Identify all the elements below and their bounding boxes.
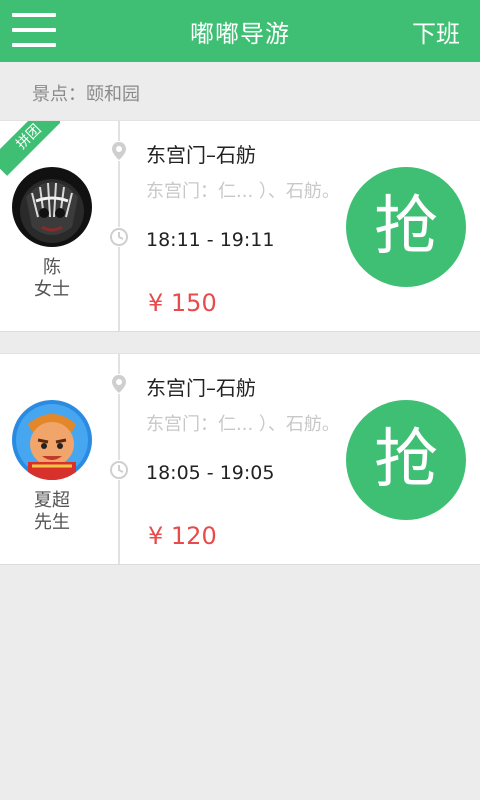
- order-card[interactable]: 拼团 陈 女士 东宫门–石舫 东宫门：仁... ）、石舫。 18:11 - 19…: [0, 120, 480, 332]
- app-title: 嘟嘟导游: [190, 20, 290, 48]
- avatar: [12, 167, 92, 247]
- off-work-button[interactable]: 下班: [412, 14, 460, 49]
- clock-icon: [109, 460, 129, 480]
- avatar: [12, 400, 92, 480]
- route-detail: 东宫门：仁... ）、石舫。: [146, 414, 340, 435]
- customer-name: 陈 女士: [34, 257, 70, 300]
- route-title: 东宫门–石舫: [146, 376, 256, 400]
- customer-name: 夏超 先生: [34, 490, 70, 533]
- clock-icon: [109, 227, 129, 247]
- scenic-spot-label: 景点：颐和园: [32, 84, 140, 105]
- order-card[interactable]: 夏超 先生 东宫门–石舫 东宫门：仁... ）、石舫。 18:05 - 19:0…: [0, 353, 480, 565]
- tour-price: ¥ 150: [148, 289, 217, 317]
- tour-time: 18:05 - 19:05: [146, 462, 275, 484]
- tour-time: 18:11 - 19:11: [146, 229, 275, 251]
- grab-order-button[interactable]: 抢: [346, 400, 466, 520]
- top-app-bar: 嘟嘟导游 下班: [0, 0, 480, 62]
- tour-price: ¥ 120: [148, 522, 217, 550]
- route-title: 东宫门–石舫: [146, 143, 256, 167]
- route-detail: 东宫门：仁... ）、石舫。: [146, 181, 340, 202]
- location-pin-icon: [109, 374, 129, 394]
- location-pin-icon: [109, 141, 129, 161]
- grab-order-button[interactable]: 抢: [346, 167, 466, 287]
